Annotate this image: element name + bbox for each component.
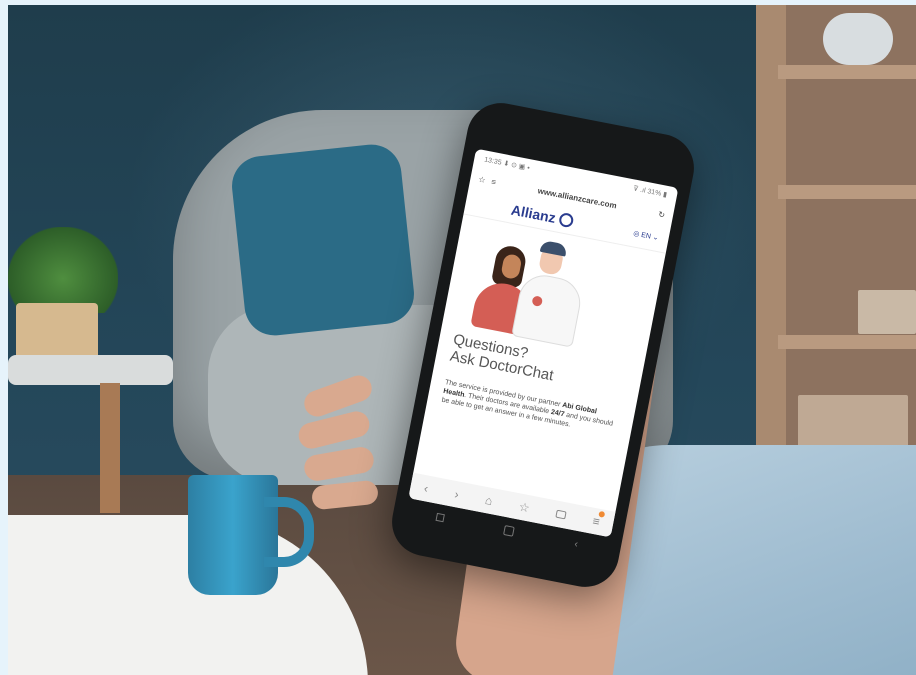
shelf-clock	[823, 13, 893, 65]
battery-icon: ▮	[662, 191, 668, 199]
status-icons: ⬇ ⊙ ▣ •	[502, 160, 531, 173]
bookmark-star-icon[interactable]: ☆	[478, 174, 487, 184]
doctor-figure	[511, 270, 585, 348]
language-selector[interactable]: ◎ EN ⌄	[633, 229, 660, 242]
status-time: 13:35	[483, 156, 503, 167]
blue-cushion	[229, 141, 417, 339]
brand-name: Allianz	[509, 201, 558, 226]
back-icon[interactable]: ‹	[423, 481, 430, 496]
reload-icon[interactable]: ↻	[658, 209, 666, 219]
home-icon[interactable]: ⌂	[484, 493, 494, 508]
forward-icon[interactable]: ›	[453, 487, 460, 502]
globe-icon: ◎	[632, 230, 640, 239]
shelf-board	[778, 185, 916, 199]
photo-scene: 13:35 ⬇ ⊙ ▣ • ⊽ .ıl 31% ▮ ☆ ≡ www.allian…	[8, 5, 916, 675]
side-table	[8, 355, 173, 385]
android-back-icon[interactable]: ‹	[573, 538, 578, 549]
plant-leaves	[8, 227, 118, 313]
shelf-board	[778, 65, 916, 79]
notification-dot	[598, 510, 606, 518]
recents-icon[interactable]	[435, 512, 445, 523]
tabs-icon[interactable]	[555, 509, 567, 520]
signal-battery: ⊽ .ıl 31%	[632, 185, 662, 198]
allianz-eagle-icon	[558, 211, 575, 229]
menu-icon[interactable]: ≡	[591, 510, 606, 529]
shelf-board	[778, 335, 916, 349]
android-home-icon[interactable]	[503, 525, 516, 537]
chevron-down-icon: ⌄	[651, 234, 660, 243]
language-code: EN	[640, 231, 652, 241]
bookmarks-icon[interactable]: ☆	[518, 500, 531, 516]
status-right: ⊽ .ıl 31% ▮	[633, 184, 668, 198]
mug-handle	[264, 497, 314, 567]
browser-tabs-icon[interactable]: ≡	[491, 177, 497, 187]
side-table-leg	[100, 383, 120, 513]
book-stack	[858, 290, 916, 334]
